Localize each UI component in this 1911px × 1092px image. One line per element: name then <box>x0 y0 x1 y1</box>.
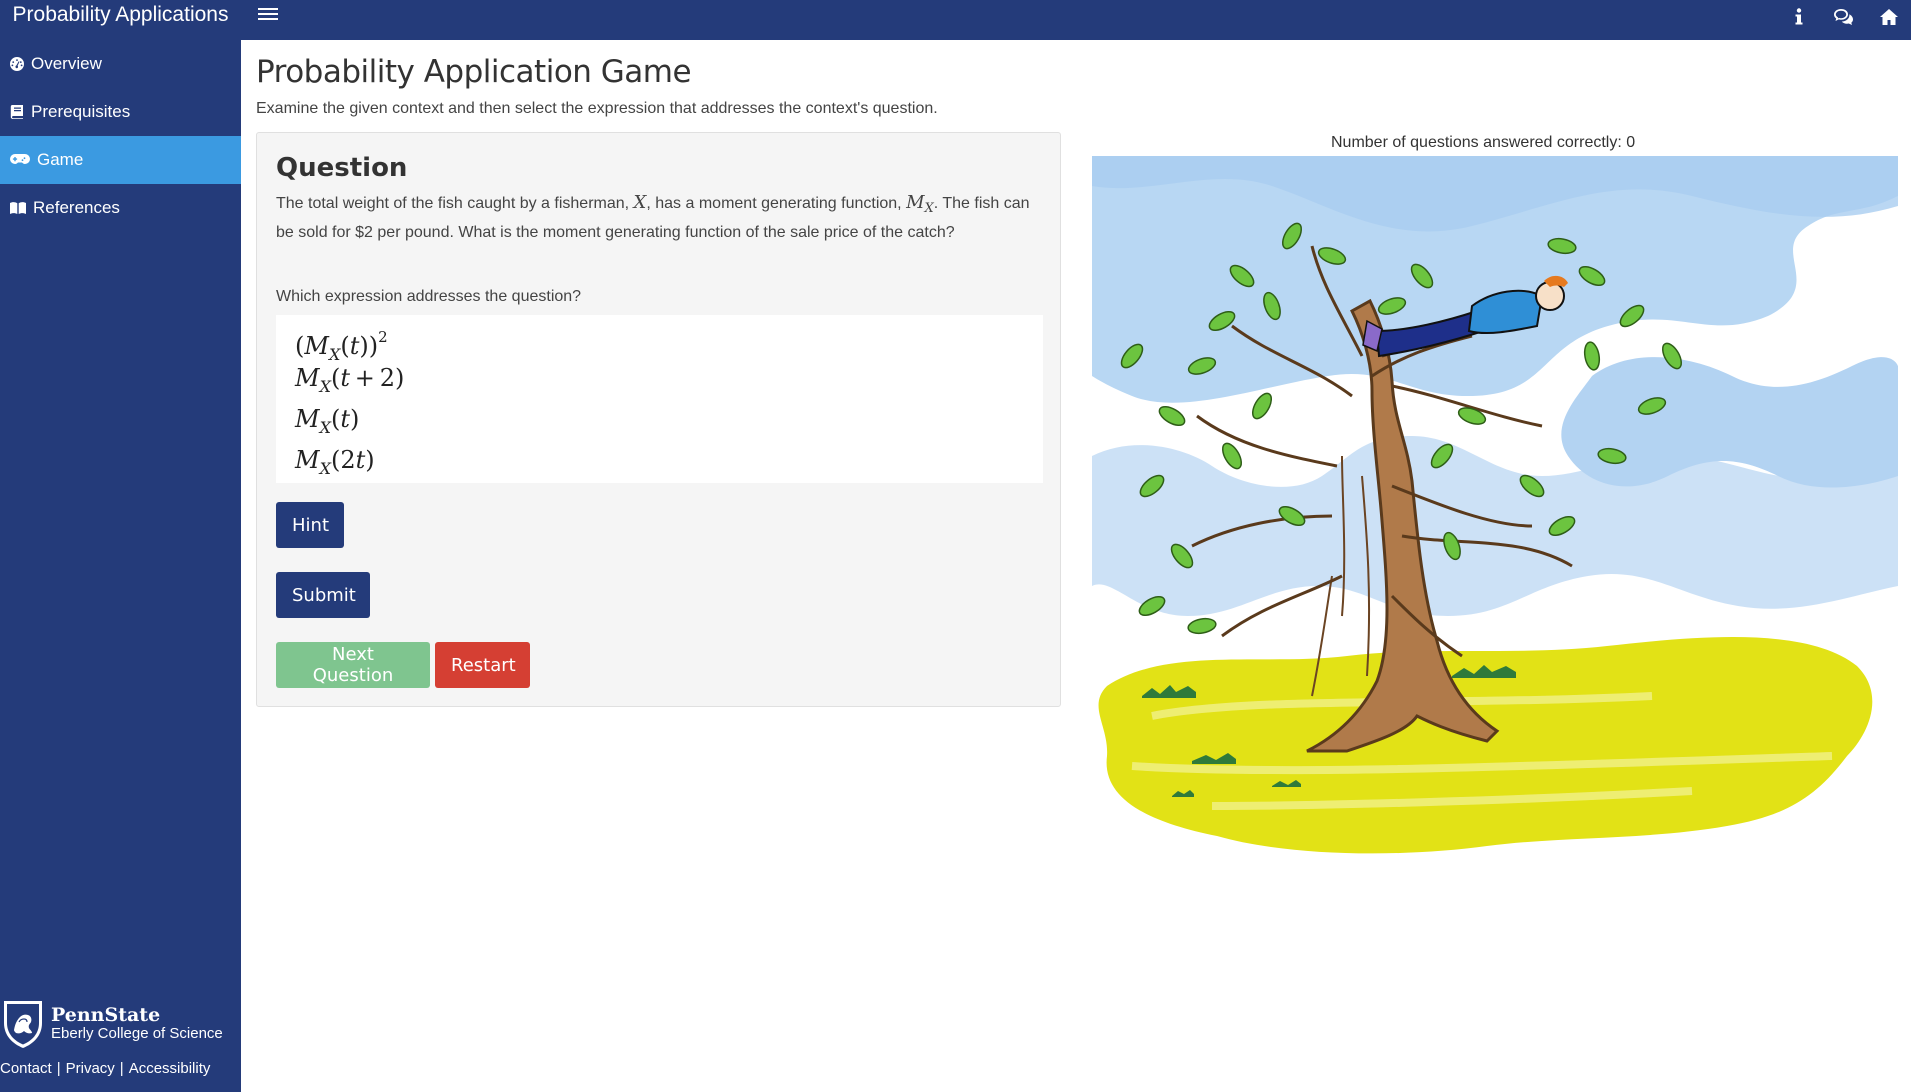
open-book-icon <box>9 200 27 216</box>
link-separator: | <box>119 1060 124 1077</box>
choice-option[interactable]: MX(t) <box>295 399 1043 440</box>
next-question-button[interactable]: Next Question <box>276 642 430 688</box>
answer-choices: (MX(t))2 MX(t + 2) MX(t) MX(2t) <box>276 315 1043 483</box>
header-icon-group <box>1776 0 1911 40</box>
submit-button[interactable]: Submit <box>276 572 370 618</box>
page-title: Probability Application Game <box>256 54 692 90</box>
sidebar-footer: PennState Eberly College of Science Cont… <box>0 998 241 1077</box>
sidebar-item-label: Prerequisites <box>31 102 131 121</box>
link-separator: | <box>56 1060 61 1077</box>
book-icon <box>9 104 25 120</box>
pennstate-logo[interactable]: PennState Eberly College of Science <box>0 998 241 1050</box>
app-title[interactable]: Probability Applications <box>0 0 241 40</box>
contact-link[interactable]: Contact <box>0 1060 52 1077</box>
sidebar-item-label: References <box>33 198 120 217</box>
gamepad-icon <box>9 152 31 168</box>
question-panel: Question The total weight of the fish ca… <box>256 132 1061 707</box>
question-heading: Question <box>276 153 408 183</box>
sidebar-item-label: Game <box>37 150 84 169</box>
page-subtitle: Examine the given context and then selec… <box>256 100 938 117</box>
sidebar-item-prerequisites[interactable]: Prerequisites <box>0 88 241 136</box>
question-prompt: Which expression addresses the question? <box>276 288 582 305</box>
college-name: Eberly College of Science <box>51 1025 223 1042</box>
hint-button[interactable]: Hint <box>276 502 344 548</box>
hamburger-icon[interactable] <box>258 5 278 25</box>
question-text: The total weight of the fish caught by a… <box>276 191 1036 245</box>
math-subscript: X <box>924 201 934 217</box>
choice-option[interactable]: (MX(t))2 <box>295 317 1043 364</box>
chat-bubbles-icon[interactable] <box>1821 0 1866 34</box>
privacy-link[interactable]: Privacy <box>66 1060 115 1077</box>
sidebar-item-overview[interactable]: Overview <box>0 40 241 88</box>
question-text-part: The total weight of the fish caught by a… <box>276 195 634 212</box>
footer-links: Contact | Privacy | Accessibility <box>0 1060 241 1077</box>
man-lying-in-tree-illustration <box>1092 156 1898 854</box>
top-header: Probability Applications <box>0 0 1911 40</box>
restart-button[interactable]: Restart <box>435 642 530 688</box>
pennstate-text: PennState Eberly College of Science <box>51 1005 223 1043</box>
sidebar: Overview Prerequisites Game References P… <box>0 40 241 1092</box>
nittany-lion-shield-icon <box>4 1001 42 1048</box>
dashboard-gauge-icon <box>9 56 25 72</box>
math-variable: X <box>633 192 647 213</box>
math-variable: M <box>906 192 925 213</box>
university-name: PennState <box>51 1004 161 1026</box>
sidebar-item-game[interactable]: Game <box>0 136 241 184</box>
sidebar-item-label: Overview <box>31 54 102 73</box>
sidebar-item-references[interactable]: References <box>0 184 241 232</box>
main-content: Probability Application Game Examine the… <box>241 40 1911 1092</box>
choice-option[interactable]: MX(2t) <box>295 440 1043 481</box>
accessibility-link[interactable]: Accessibility <box>129 1060 211 1077</box>
question-text-part: , has a moment generating function, <box>646 195 907 212</box>
choice-option[interactable]: MX(t + 2) <box>295 358 1043 399</box>
info-icon[interactable] <box>1776 0 1821 34</box>
score-counter: Number of questions answered correctly: … <box>1331 134 1636 151</box>
home-icon[interactable] <box>1866 0 1911 34</box>
